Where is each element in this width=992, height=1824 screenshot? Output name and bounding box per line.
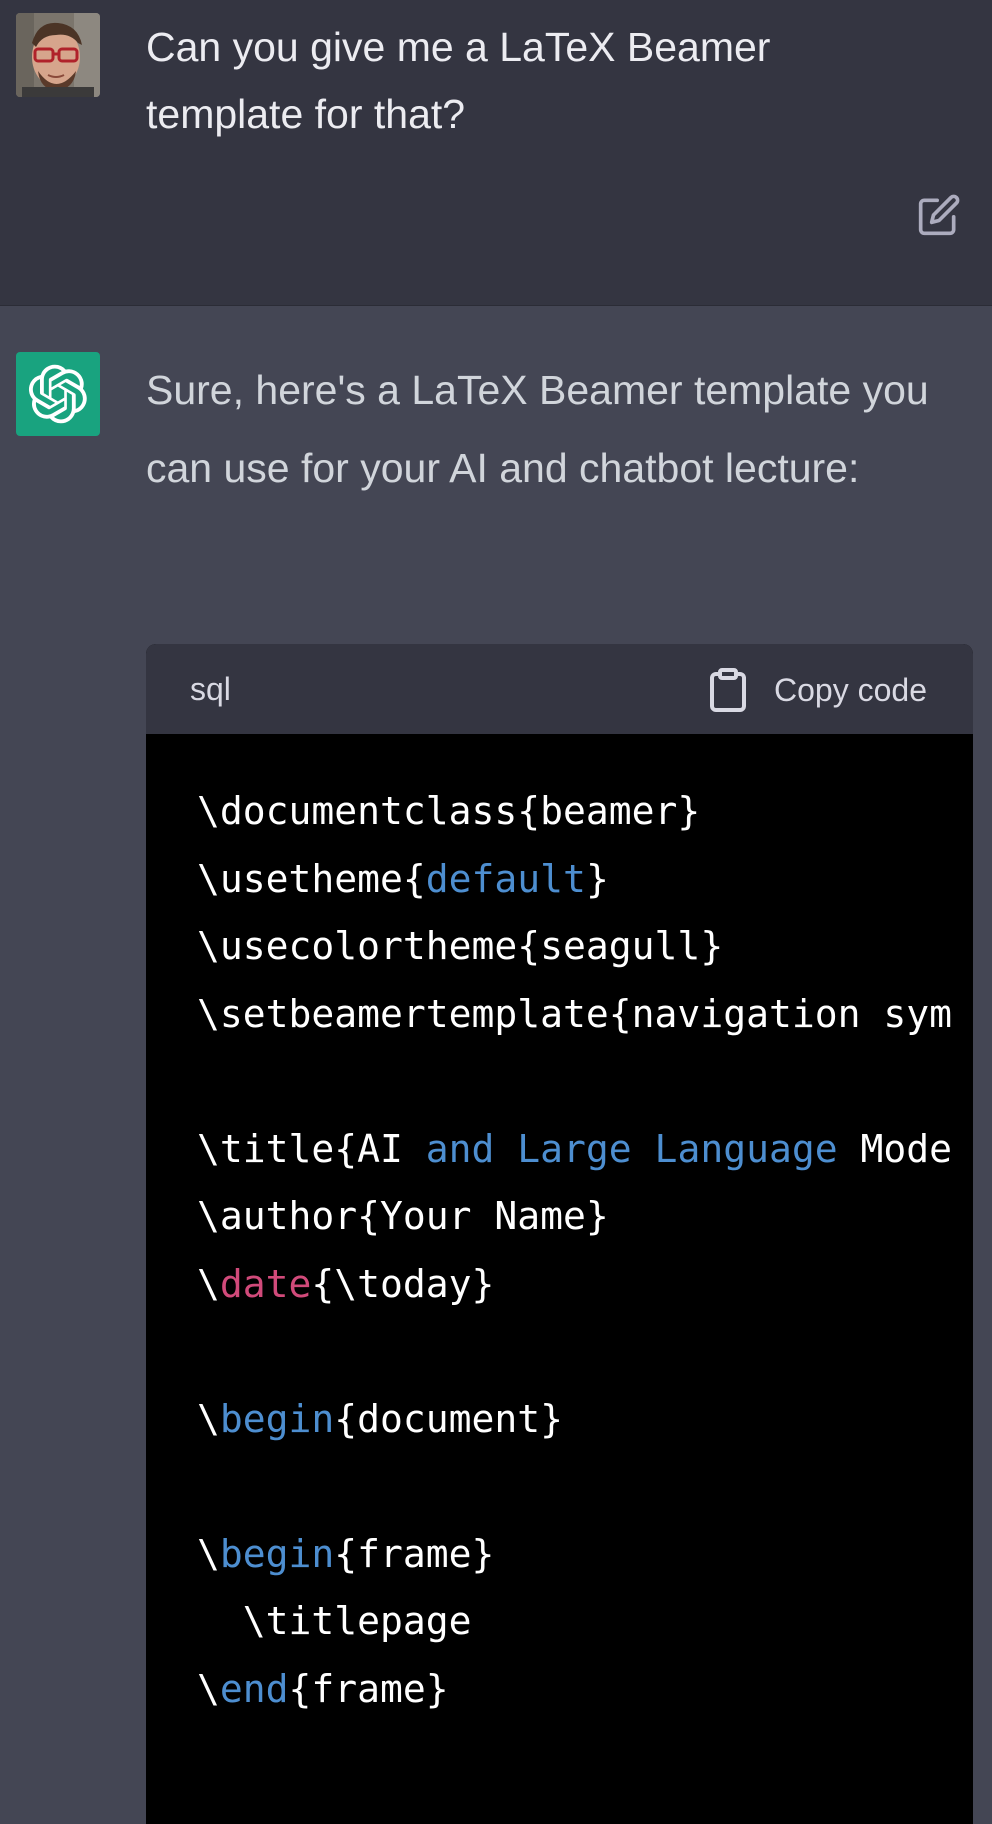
code-token: \ xyxy=(197,1396,220,1441)
code-body: \documentclass{beamer} \usetheme{default}… xyxy=(146,734,973,1824)
assistant-avatar xyxy=(16,352,100,436)
code-line: \begin{document} xyxy=(197,1386,973,1454)
code-line: \usecolortheme{seagull} xyxy=(197,913,973,981)
code-line: \documentclass{beamer} xyxy=(197,778,973,846)
user-avatar xyxy=(16,13,100,97)
code-token: \setbeamertemplate{navigation sym xyxy=(197,991,952,1036)
code-token: Mode xyxy=(837,1126,952,1171)
code-token: \ xyxy=(197,1261,220,1306)
code-keyword-token: begin xyxy=(219,1531,335,1576)
assistant-message-block: Sure, here's a LaTeX Beamer template you… xyxy=(0,307,992,1824)
code-token: \author{Your Name} xyxy=(197,1194,609,1238)
code-line: \usetheme{default} xyxy=(197,846,973,914)
code-keyword-token: end xyxy=(219,1666,289,1711)
code-keyword-token: default xyxy=(425,856,586,901)
code-token: \usetheme{ xyxy=(197,856,426,901)
code-token: {frame} xyxy=(334,1531,495,1576)
code-token: } xyxy=(585,856,609,901)
code-language-label: sql xyxy=(190,671,231,707)
code-token: \documentclass{beamer} xyxy=(197,789,701,833)
user-avatar-image xyxy=(16,13,100,97)
code-line: \setbeamertemplate{navigation sym xyxy=(197,981,973,1049)
code-token: \titlepage xyxy=(197,1599,472,1643)
edit-message-button[interactable] xyxy=(915,191,963,239)
code-line: \author{Your Name} xyxy=(197,1183,973,1251)
code-line: \date{\today} xyxy=(197,1251,973,1319)
user-message-block: Can you give me a LaTeX Beamer template … xyxy=(0,0,992,306)
assistant-message-text: Sure, here's a LaTeX Beamer template you… xyxy=(146,367,929,491)
code-keyword-token: begin xyxy=(219,1396,335,1441)
code-token: \usecolortheme{seagull} xyxy=(197,924,724,968)
code-line: \title{AI and Large Language Mode xyxy=(197,1116,973,1184)
edit-icon xyxy=(918,194,960,236)
code-token: \ xyxy=(197,1666,220,1711)
copy-code-button[interactable]: Copy code xyxy=(708,666,927,714)
code-line: \titlepage xyxy=(197,1588,973,1656)
code-token: {document} xyxy=(334,1396,564,1441)
code-token: \title{AI xyxy=(197,1126,426,1171)
code-block: sql Copy code \documentclass{beamer} \use… xyxy=(146,644,973,1824)
copy-code-label: Copy code xyxy=(774,671,927,708)
clipboard-icon xyxy=(710,668,747,712)
code-block-header: sql Copy code xyxy=(146,644,973,734)
code-token: {frame} xyxy=(288,1666,449,1711)
user-message-text: Can you give me a LaTeX Beamer template … xyxy=(146,24,771,137)
openai-logo-icon xyxy=(28,364,87,424)
code-keyword-token: and Large Language xyxy=(425,1126,838,1171)
code-line: \end{frame} xyxy=(197,1656,973,1724)
code-token: \ xyxy=(197,1531,220,1576)
code-line: \begin{frame} xyxy=(197,1521,973,1589)
code-keyword-token: date xyxy=(219,1261,312,1306)
code-token: {\today} xyxy=(311,1261,495,1306)
